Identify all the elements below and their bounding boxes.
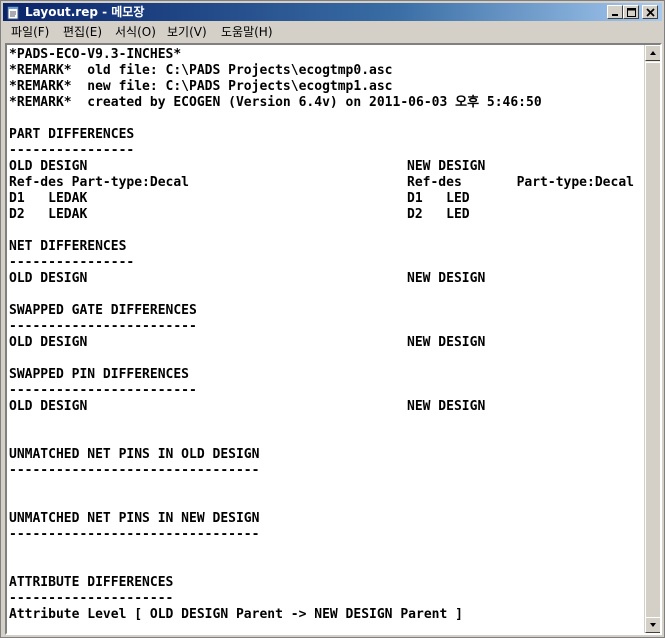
scroll-down-button[interactable]	[645, 617, 660, 633]
minimize-icon	[612, 14, 618, 16]
document-line-right-column: NEW DESIGN	[407, 159, 486, 174]
document-line-right-column: D2 LED	[407, 207, 470, 222]
arrow-up-icon	[650, 51, 656, 55]
menu-view[interactable]: 보기(V)	[165, 24, 209, 40]
menu-format[interactable]: 서식(O)	[113, 24, 158, 40]
document-text[interactable]: *PADS-ECO-V9.3-INCHES* *REMARK* old file:…	[7, 45, 644, 633]
close-icon	[645, 7, 655, 17]
document-line: ---------------------	[9, 591, 174, 606]
menu-edit[interactable]: 편집(E)	[61, 24, 104, 40]
notepad-icon	[6, 5, 20, 20]
arrow-down-icon	[650, 623, 656, 627]
document-line-right-column: Ref-des Part-type:Decal	[407, 175, 634, 190]
document-line: --------------------------------	[9, 527, 260, 542]
document-line: *PADS-ECO-V9.3-INCHES*	[9, 47, 182, 62]
document-line: OLD DESIGN	[9, 271, 88, 286]
document-line: Attribute Level [ OLD DESIGN Parent -> N…	[9, 607, 463, 622]
document-line: D2 LEDAK	[9, 207, 88, 222]
document-line: *REMARK* new file: C:\PADS Projects\ecog…	[9, 79, 393, 94]
window-title: Layout.rep - 메모장	[25, 5, 145, 19]
title-bar[interactable]: Layout.rep - 메모장	[3, 3, 662, 21]
document-line: SWAPPED GATE DIFFERENCES	[9, 303, 197, 318]
document-line: ------------------------	[9, 319, 197, 334]
document-line: PART DIFFERENCES	[9, 127, 135, 142]
document-line: ----------------	[9, 143, 135, 158]
document-line: ------------------------	[9, 383, 197, 398]
document-line-right-column: NEW DESIGN	[407, 271, 486, 286]
close-button[interactable]	[642, 5, 658, 19]
document-line: D1 LEDAK	[9, 191, 88, 206]
vertical-scrollbar[interactable]	[644, 45, 660, 633]
document-line: *REMARK* old file: C:\PADS Projects\ecog…	[9, 63, 393, 78]
document-line: OLD DESIGN	[9, 399, 88, 414]
document-line: NET DIFFERENCES	[9, 239, 127, 254]
document-line: UNMATCHED NET PINS IN NEW DESIGN	[9, 511, 260, 526]
minimize-button[interactable]	[607, 5, 623, 19]
document-line: ----------------	[9, 255, 135, 270]
document-line: Ref-des Part-type:Decal	[9, 175, 190, 190]
document-line: *REMARK* created by ECOGEN (Version 6.4v…	[9, 95, 542, 110]
document-line: ATTRIBUTE DIFFERENCES	[9, 575, 174, 590]
text-editor[interactable]: *PADS-ECO-V9.3-INCHES* *REMARK* old file:…	[5, 43, 662, 635]
document-line-right-column: NEW DESIGN	[407, 335, 486, 350]
document-line: OLD DESIGN	[9, 159, 88, 174]
maximize-icon	[626, 7, 636, 17]
document-line: --------------------------------	[9, 463, 260, 478]
scroll-up-button[interactable]	[645, 45, 660, 61]
menu-help[interactable]: 도움말(H)	[219, 24, 275, 40]
document-line: OLD DESIGN	[9, 335, 88, 350]
maximize-button[interactable]	[623, 5, 639, 19]
notepad-window: Layout.rep - 메모장 파일(F) 편집(E) 서식(O) 보기(V)…	[0, 0, 665, 638]
menu-bar: 파일(F) 편집(E) 서식(O) 보기(V) 도움말(H)	[3, 22, 662, 42]
scrollbar-thumb[interactable]	[645, 62, 660, 630]
document-line-right-column: NEW DESIGN	[407, 399, 486, 414]
document-line-right-column: D1 LED	[407, 191, 470, 206]
menu-file[interactable]: 파일(F)	[9, 24, 51, 40]
document-line: SWAPPED PIN DIFFERENCES	[9, 367, 190, 382]
document-line: UNMATCHED NET PINS IN OLD DESIGN	[9, 447, 260, 462]
